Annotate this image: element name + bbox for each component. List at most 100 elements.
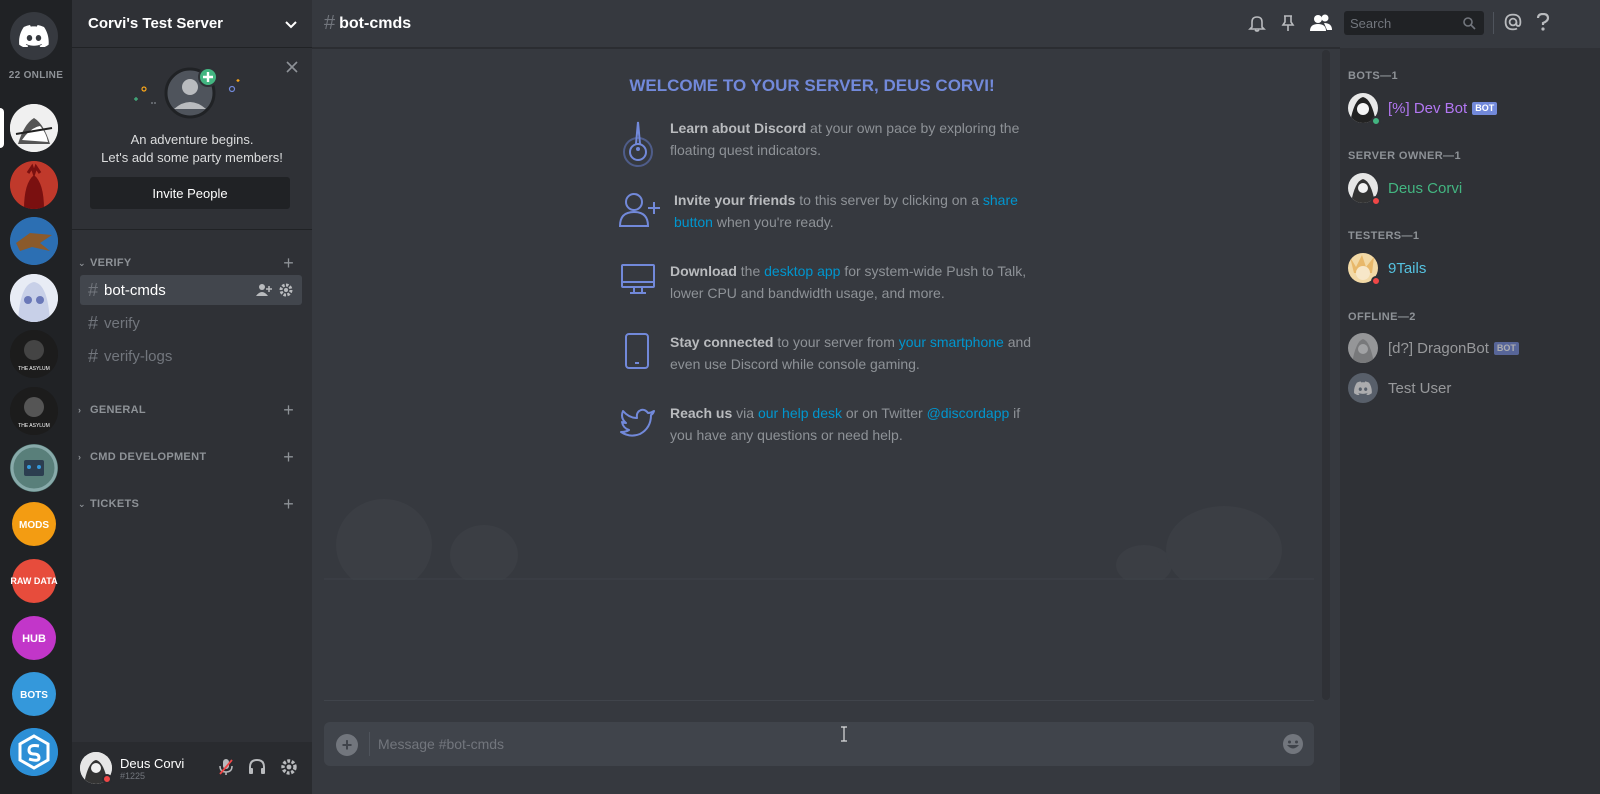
avatar	[1348, 93, 1381, 126]
tip-text: Learn about Discord at your own pace by …	[670, 118, 1038, 170]
dnd-status-icon	[1371, 196, 1381, 206]
tip-learn: Learn about Discord at your own pace by …	[618, 118, 1038, 170]
user-settings-icon[interactable]	[280, 758, 298, 776]
channel-label: bot-cmds	[104, 281, 166, 299]
invite-line2: Let's add some party members!	[101, 150, 283, 165]
member-name: Test User	[1388, 379, 1452, 397]
create-channel-icon[interactable]: +	[283, 495, 294, 513]
svg-text:BOTS: BOTS	[20, 690, 48, 701]
bot-badge: BOT	[1472, 101, 1498, 115]
guild-the-asylum-1[interactable]: THE ASYLUM	[10, 330, 58, 378]
dnd-status-icon	[102, 774, 112, 784]
guild-the-asylum-2[interactable]: THE ASYLUM	[10, 387, 58, 435]
guild-server-robot[interactable]	[10, 444, 58, 492]
member-deus-corvi[interactable]: Deus Corvi	[1348, 168, 1588, 208]
category-general[interactable]: › GENERAL +	[72, 400, 312, 420]
member-9tails[interactable]: 9Tails	[1348, 248, 1588, 288]
phone-icon	[625, 333, 649, 369]
member-name: 9Tails	[1388, 259, 1427, 277]
tip-text: Invite your friends to this server by cl…	[674, 190, 1038, 242]
welcome-title: WELCOME TO YOUR SERVER, DEUS CORVI!	[629, 76, 995, 95]
avatar	[1348, 253, 1381, 286]
settings-gear-icon[interactable]	[278, 282, 294, 298]
tip-bold: Invite your friends	[674, 192, 796, 208]
chevron-right-icon: ›	[78, 405, 82, 415]
category-verify[interactable]: ⌄ VERIFY +	[72, 253, 312, 273]
tip-bold: Download	[670, 263, 737, 279]
guild-sidebar: 22 ONLINE THE ASYLUM THE ASYLUM MODS RAW…	[0, 0, 72, 794]
guild-server-2[interactable]	[10, 161, 58, 209]
chat-scrollbar[interactable]	[1322, 50, 1330, 700]
user-discriminator: #1225	[120, 770, 146, 781]
desktop-app-link[interactable]: desktop app	[764, 263, 840, 279]
help-icon[interactable]	[1536, 13, 1550, 31]
tip-text: Stay connected to your server from your …	[670, 332, 1038, 384]
svg-text:THE ASYLUM: THE ASYLUM	[18, 423, 50, 429]
member-list-icon[interactable]	[1310, 13, 1332, 33]
help-desk-link[interactable]: our help desk	[758, 405, 842, 421]
server-header[interactable]: Corvi's Test Server	[72, 0, 312, 48]
tip-bold: Stay connected	[670, 334, 774, 350]
channel-title: bot-cmds	[339, 14, 412, 32]
upload-plus-icon[interactable]: +	[336, 734, 358, 756]
search-icon	[1463, 17, 1476, 30]
headphones-icon[interactable]	[248, 758, 266, 776]
role-header-testers: TESTERS—1	[1348, 230, 1420, 242]
search-input[interactable]: Search	[1344, 11, 1484, 35]
invite-icon[interactable]	[256, 282, 272, 298]
tip-bold: Learn about Discord	[670, 120, 807, 136]
twitter-icon	[620, 408, 655, 437]
user-panel: Deus Corvi #1225	[72, 742, 312, 794]
hash-icon: #	[324, 12, 336, 34]
tip-invite: Invite your friends to this server by cl…	[618, 190, 1038, 242]
channel-label: verify-logs	[104, 347, 173, 365]
guild-bots[interactable]: BOTS	[10, 670, 58, 718]
channel-verify-logs[interactable]: # verify-logs	[80, 341, 302, 371]
channel-bot-cmds[interactable]: # bot-cmds	[80, 275, 302, 305]
invite-people-button[interactable]: Invite People	[90, 177, 290, 209]
dnd-status-icon	[1371, 276, 1381, 286]
category-label: TICKETS	[90, 498, 140, 510]
member-test-user[interactable]: Test User	[1348, 368, 1588, 408]
guild-raw-data[interactable]: RAW DATA	[10, 557, 58, 605]
role-header-offline: OFFLINE—2	[1348, 311, 1416, 323]
guild-hub[interactable]: HUB	[10, 614, 58, 662]
member-dragonbot[interactable]: [d?] DragonBot BOT	[1348, 328, 1588, 368]
quest-icon	[623, 121, 653, 167]
tip-reach-us: Reach us via our help desk or on Twitter…	[618, 403, 1038, 455]
category-cmd-development[interactable]: › CMD DEVELOPMENT +	[72, 447, 312, 467]
channel-sidebar: Corvi's Test Server An adventure begins.…	[72, 0, 312, 794]
tip-stay-connected: Stay connected to your server from your …	[618, 332, 1038, 384]
background-wumpus-art	[324, 499, 1314, 580]
mute-microphone-icon[interactable]	[218, 758, 234, 776]
guild-server-4[interactable]	[10, 274, 58, 322]
channel-verify[interactable]: # verify	[80, 308, 302, 338]
create-channel-icon[interactable]: +	[283, 401, 294, 419]
party-illustration-icon	[134, 67, 240, 119]
guild-mods[interactable]: MODS	[10, 500, 58, 548]
notification-bell-icon[interactable]	[1248, 14, 1266, 32]
guild-server-3[interactable]	[10, 217, 58, 265]
close-icon[interactable]	[286, 61, 298, 73]
emoji-icon[interactable]	[1282, 733, 1304, 755]
pin-icon[interactable]	[1280, 14, 1296, 32]
member-dev-bot[interactable]: [%] Dev Bot BOT	[1348, 88, 1588, 128]
category-tickets[interactable]: ⌄ TICKETS +	[72, 494, 312, 514]
member-name: [d?] DragonBot	[1388, 339, 1489, 357]
channel-header: # bot-cmds	[312, 0, 1340, 48]
twitter-handle-link[interactable]: @discordapp	[927, 405, 1010, 421]
svg-text:MODS: MODS	[19, 520, 49, 531]
mentions-icon[interactable]	[1504, 13, 1522, 31]
create-channel-icon[interactable]: +	[283, 448, 294, 466]
message-input[interactable]	[378, 722, 1258, 766]
hash-icon: #	[88, 279, 99, 300]
home-button[interactable]	[10, 12, 58, 60]
create-channel-icon[interactable]: +	[283, 254, 294, 272]
smartphone-link[interactable]: your smartphone	[899, 334, 1004, 350]
guild-server-s[interactable]	[10, 728, 58, 776]
tip-text: Download the desktop app for system-wide…	[670, 261, 1038, 313]
invite-message: An adventure begins. Let's add some part…	[72, 131, 312, 167]
chevron-down-icon	[285, 21, 297, 29]
chevron-down-icon: ⌄	[78, 257, 86, 268]
guild-server-1[interactable]	[10, 104, 58, 152]
